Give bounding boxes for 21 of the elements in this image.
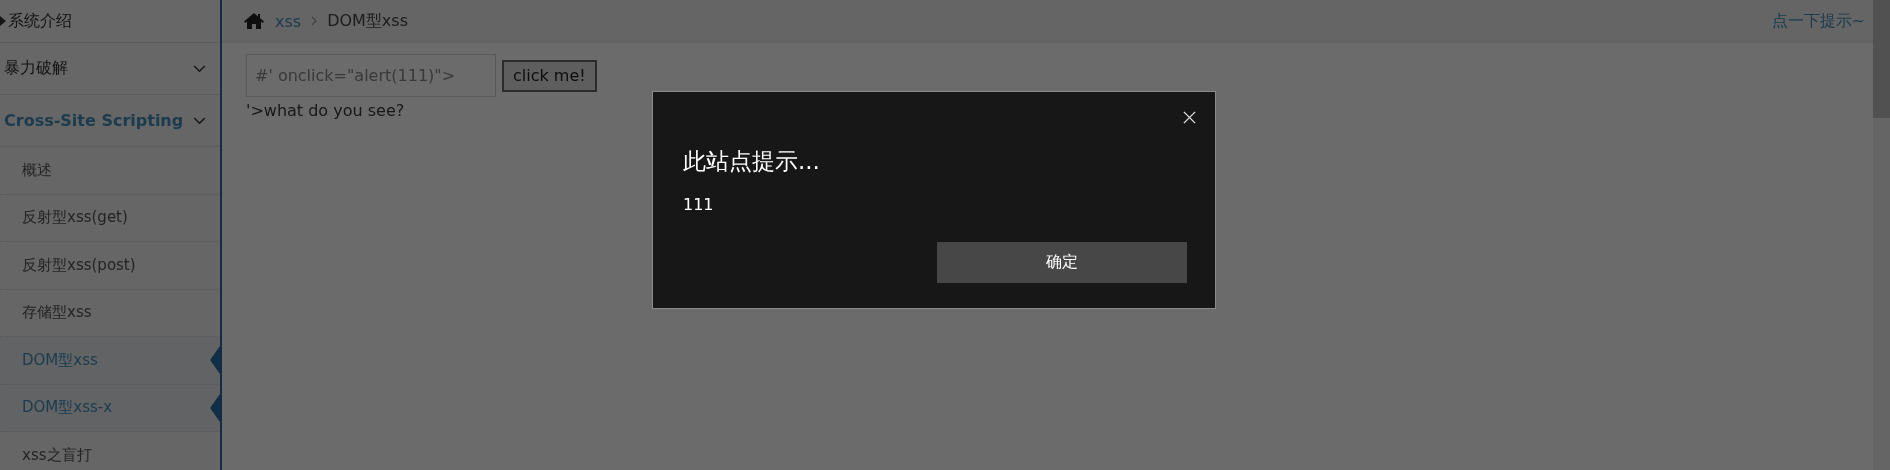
breadcrumb-link[interactable]: xss [275, 11, 302, 31]
caret-icon [0, 16, 6, 26]
hint-link[interactable]: 点一下提示~ [1771, 10, 1865, 32]
dialog-title: 此站点提示... [683, 147, 821, 176]
dialog-message: 111 [683, 195, 715, 214]
submenu-item[interactable]: 反射型xss(post) [0, 242, 220, 290]
submenu-item[interactable]: 反射型xss(get) [0, 194, 220, 242]
close-icon[interactable] [1182, 110, 1197, 125]
submenu-item[interactable]: 概述 [0, 147, 220, 195]
chevron-down-icon [193, 64, 206, 73]
breadcrumb-current: DOM型xss [327, 10, 408, 32]
output-text: '>what do you see? [246, 101, 405, 120]
separator-icon [311, 16, 318, 26]
click-button[interactable]: click me! [502, 59, 597, 92]
home-icon[interactable] [243, 12, 265, 30]
submenu-item[interactable]: DOM型xss-x [0, 384, 220, 432]
submenu-item[interactable]: DOM型xss [0, 337, 220, 385]
scrollbar-thumb[interactable] [1873, 0, 1890, 118]
ok-button[interactable]: 确定 [937, 242, 1187, 283]
submenu-item[interactable]: xss之盲打 [0, 432, 220, 470]
chevron-down-icon [193, 116, 206, 125]
